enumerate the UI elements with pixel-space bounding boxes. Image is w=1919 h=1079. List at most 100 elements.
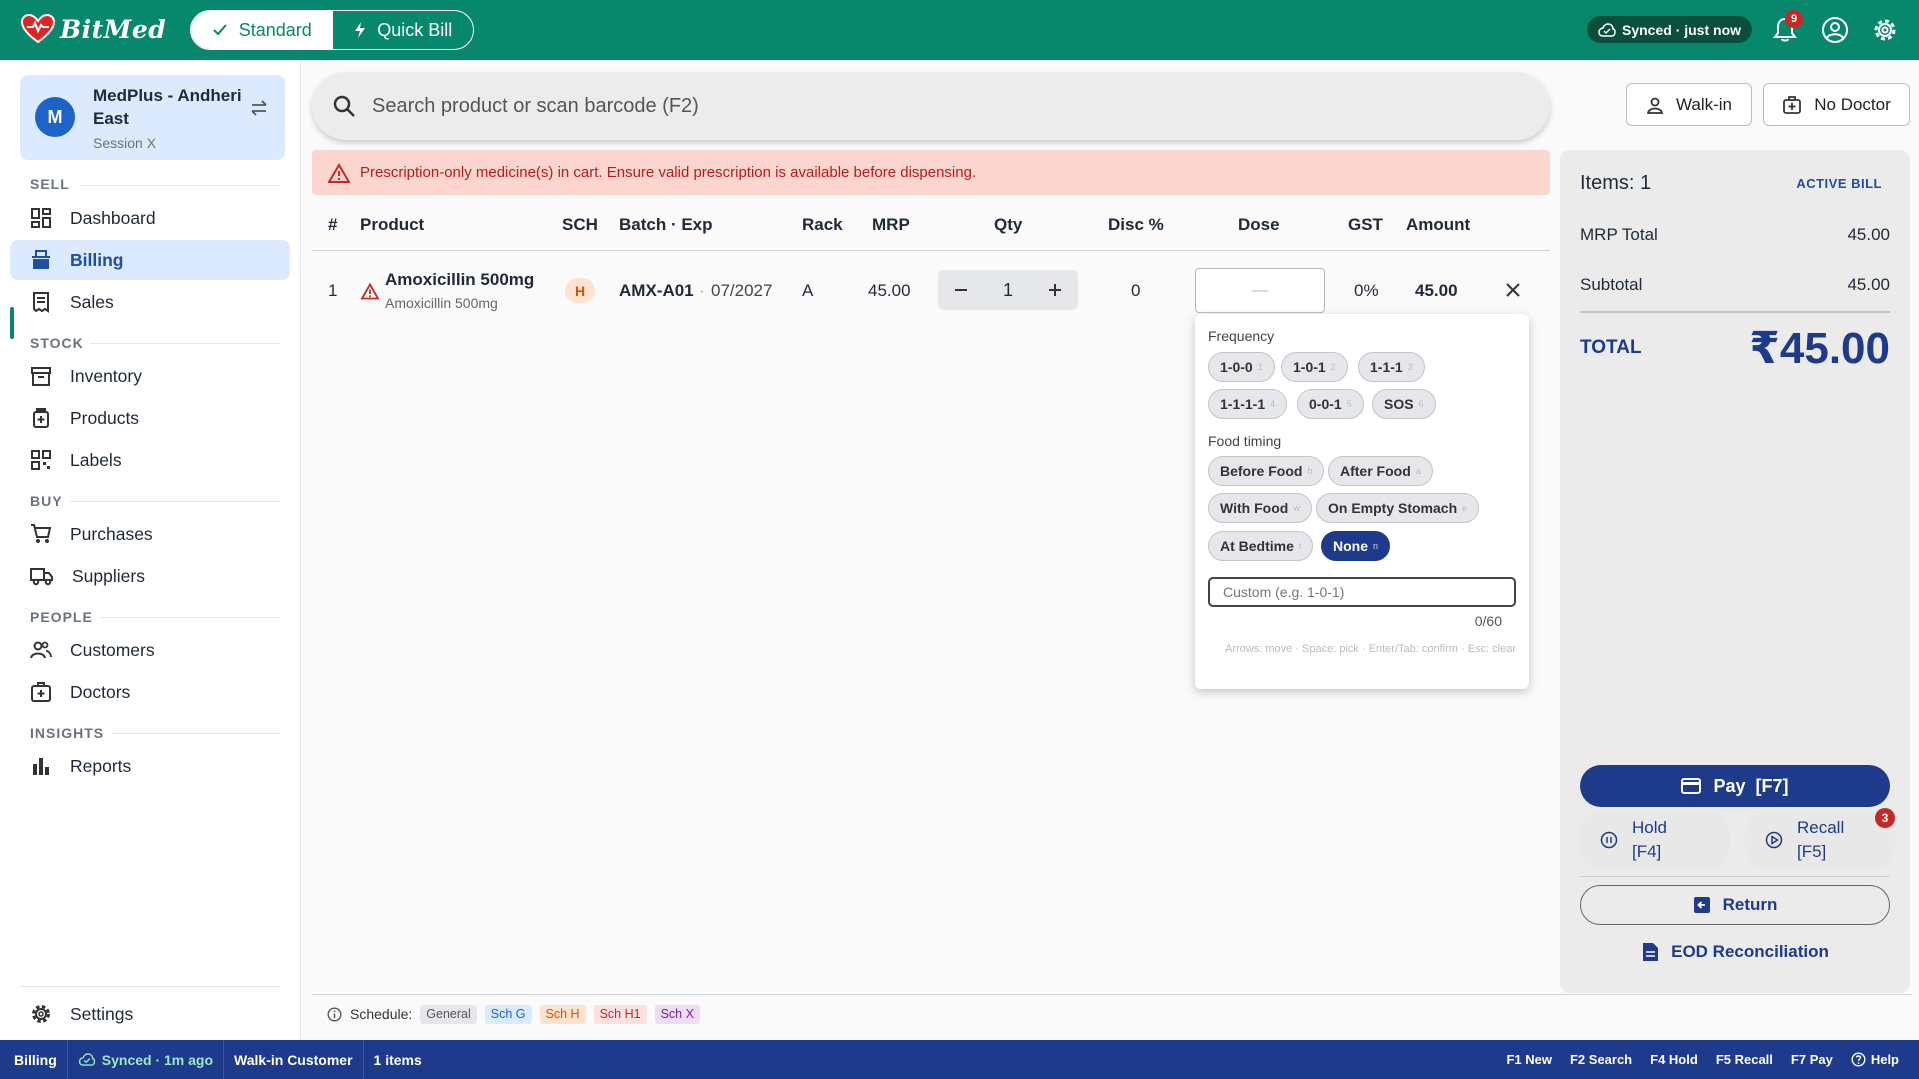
batch-separator: · [699,281,705,300]
dose-picker-popup: Frequency 1-0-0 1 1-0-1 2 1-1-1 3 1-1-1-1 4 … [1195,314,1529,689]
settings-top-button[interactable] [1869,14,1901,46]
walk-in-label: Walk-in [1675,94,1733,114]
account-button[interactable] [1819,14,1851,46]
sidebar-item-inventory[interactable]: Inventory [10,356,290,396]
billing-icon [30,249,52,271]
food-timing-chip[interactable]: With Food w [1208,493,1312,523]
pay-button[interactable]: Pay [F7] [1580,765,1890,807]
hold-button[interactable]: Hold [F4] [1580,811,1730,869]
subtotal-row: Subtotal 45.00 [1580,275,1890,295]
sync-status-pill[interactable]: Synced · just now [1587,16,1753,43]
chip-shortcut: a [1415,466,1421,476]
minus-icon[interactable] [954,283,968,297]
items-row: Items: 1 ACTIVE BILL [1580,172,1890,195]
product-search-bar[interactable] [312,72,1550,140]
qr-icon [30,449,52,471]
bar-chart-icon [30,755,52,777]
sidebar-item-purchases[interactable]: Purchases [10,514,290,554]
medical-bag-icon [1782,95,1802,115]
custom-dose-input[interactable] [1208,577,1516,607]
close-icon[interactable] [1505,282,1521,298]
mode-standard-button[interactable]: Standard [191,11,332,49]
return-label: Return [1722,895,1778,914]
frequency-chip[interactable]: 1-1-1 3 [1358,352,1425,382]
sidebar-item-suppliers[interactable]: Suppliers [10,556,290,596]
store-switcher[interactable]: M MedPlus - Andheri East Session X [20,75,285,160]
dashboard-icon [30,207,52,229]
food-timing-chip[interactable]: Before Food b [1208,456,1325,486]
shortcut-recall[interactable]: F5 Recall [1716,1052,1773,1067]
product-generic: Amoxicillin 500mg [385,295,498,311]
section-stock-label: STOCK [30,335,84,351]
sidebar-item-doctors[interactable]: Doctors [10,672,290,712]
mrp-total-label: MRP Total [1580,225,1658,244]
mrp-total-value: 45.00 [1847,225,1890,244]
frequency-chip[interactable]: 1-0-1 2 [1281,352,1348,382]
top-bar: BitMed Standard Quick Bill Synced · just… [0,0,1919,60]
shortcut-search[interactable]: F2 Search [1570,1052,1632,1067]
character-counter: 0/60 [1474,613,1502,629]
sidebar-item-products[interactable]: Products [10,398,290,438]
play-circle-icon [1765,831,1783,849]
food-timing-chip-selected[interactable]: None n [1321,531,1391,561]
eod-reconciliation-button[interactable]: EOD Reconciliation [1580,932,1890,972]
return-button[interactable]: Return [1580,885,1890,925]
chip-shortcut: 2 [1330,362,1336,372]
product-name: Amoxicillin 500mg [385,270,535,289]
sidebar-item-label: Labels [70,449,122,470]
sidebar-item-reports[interactable]: Reports [10,746,290,786]
sidebar-item-sales[interactable]: Sales [10,282,290,322]
medical-icon [30,681,52,703]
doctor-select-button[interactable]: No Doctor [1763,83,1910,126]
discount-value[interactable]: 0 [1131,281,1140,301]
sidebar-item-dashboard[interactable]: Dashboard [10,198,290,238]
chip-label: 1-0-0 [1220,359,1253,375]
col-header-batch: Batch · Exp [619,215,713,234]
chip-shortcut: 6 [1418,399,1424,409]
total-row: TOTAL ₹45.00 [1580,323,1890,373]
dose-input[interactable]: — [1195,268,1325,313]
shortcut-hold[interactable]: F4 Hold [1650,1052,1698,1067]
help-icon [1851,1052,1866,1067]
chip-label: At Bedtime [1220,538,1294,554]
col-header-num: # [328,215,338,234]
frequency-chip[interactable]: SOS 6 [1372,389,1436,419]
amount-value: 45.00 [1415,281,1458,300]
col-header-product: Product [360,215,425,234]
divider [312,250,1550,251]
mode-quick-bill-button[interactable]: Quick Bill [331,11,474,49]
quantity-value[interactable]: 1 [1003,280,1013,301]
sidebar-item-customers[interactable]: Customers [10,630,290,670]
walk-in-button[interactable]: Walk-in [1626,83,1752,126]
shortcut-pay[interactable]: F7 Pay [1791,1052,1833,1067]
sidebar-item-label: Billing [70,249,124,270]
recall-button[interactable]: Recall [F5] [1745,811,1895,869]
app-logo[interactable]: BitMed [20,14,166,44]
sidebar-item-labels[interactable]: Labels [10,440,290,480]
help-button[interactable]: Help [1851,1052,1899,1067]
legend-badge-sch-h1: Sch H1 [593,1004,647,1024]
shortcut-hints: F1 New F2 Search F4 Hold F5 Recall F7 Pa… [1506,1040,1919,1079]
sidebar-item-billing[interactable]: Billing [10,240,290,280]
plus-icon[interactable] [1048,283,1062,297]
bill-summary-panel: Items: 1 ACTIVE BILL MRP Total 45.00 Sub… [1560,150,1910,993]
food-timing-chip[interactable]: After Food a [1328,456,1433,486]
shortcut-new[interactable]: F1 New [1506,1052,1552,1067]
search-input[interactable] [372,94,1472,118]
food-timing-chip[interactable]: At Bedtime t [1208,531,1314,561]
divider [112,733,280,734]
col-header-gst: GST [1348,215,1383,234]
sidebar-item-settings[interactable]: Settings [10,994,290,1034]
frequency-chip[interactable]: 1-1-1-1 4 [1208,389,1288,419]
mrp-value: 45.00 [868,281,911,300]
chip-label: After Food [1340,463,1411,479]
chip-shortcut: e [1462,503,1468,513]
account-circle-icon [1821,16,1849,44]
swap-icon[interactable] [249,100,269,116]
frequency-chip[interactable]: 0-0-1 5 [1297,389,1364,419]
truck-icon [30,565,54,587]
frequency-chip[interactable]: 1-0-0 1 [1208,352,1275,382]
total-label: TOTAL [1580,337,1642,358]
food-timing-chip[interactable]: On Empty Stomach e [1316,493,1480,523]
chip-label: 1-1-1-1 [1220,396,1266,412]
